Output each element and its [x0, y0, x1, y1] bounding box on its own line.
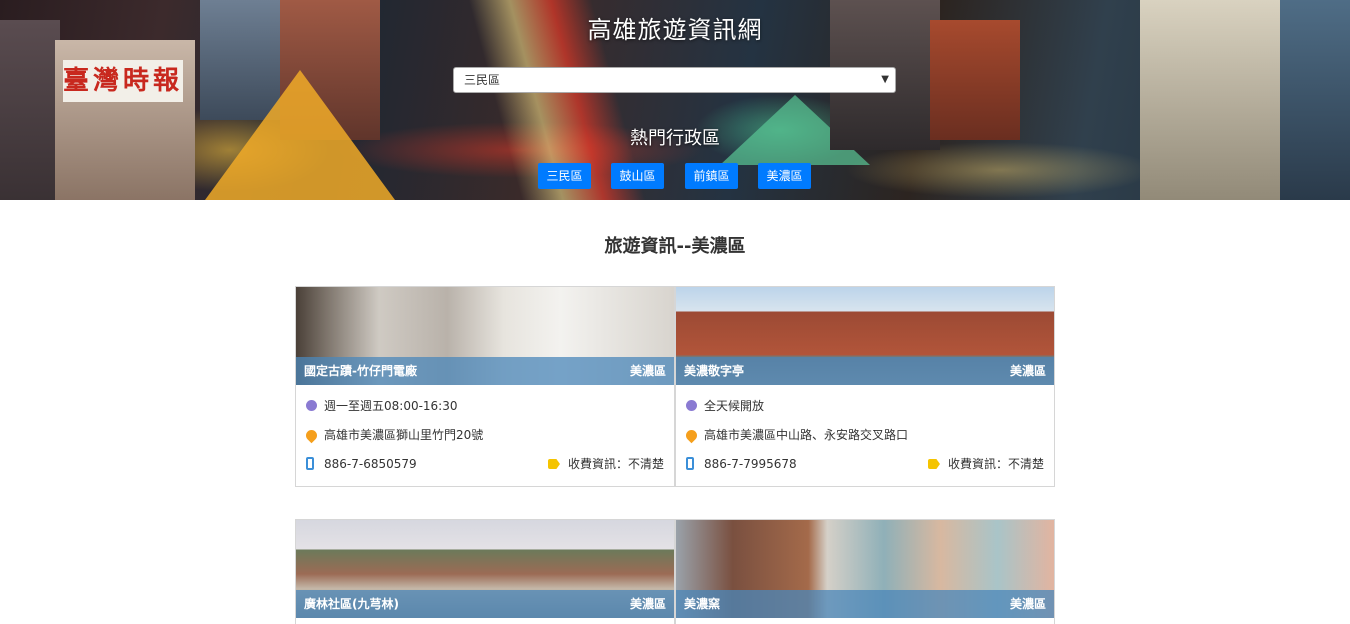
- attraction-name: 廣林社區(九芎林): [304, 597, 399, 611]
- chevron-down-icon: ▼: [881, 74, 889, 85]
- fee-text: 收費資訊：不清楚: [947, 457, 1044, 471]
- clock-icon: [306, 400, 317, 411]
- card-title-bar: 美濃敬字亭 美濃區: [676, 357, 1054, 385]
- attraction-district: 美濃區: [629, 364, 666, 378]
- card-info: 週一至週五08:00-16:30 高雄市美濃區獅山里竹門20號 886-7-68…: [296, 385, 674, 492]
- tag-icon: [927, 459, 940, 469]
- map-pin-icon: [683, 427, 700, 444]
- address: 高雄市美濃區獅山里竹門20號: [324, 428, 484, 442]
- site-title: 高雄旅遊資訊網: [587, 16, 763, 44]
- address-row: 高雄市美濃區中山路、永安路交叉路口: [683, 426, 1044, 455]
- attraction-card[interactable]: 廣林社區(九芎林) 美濃區: [295, 519, 675, 624]
- section-title: 旅遊資訊--美濃區: [604, 236, 746, 257]
- fee-text: 收費資訊：不清楚: [567, 457, 664, 471]
- building-image: 臺灣時報: [55, 40, 195, 200]
- attraction-name: 美濃窯: [684, 597, 721, 611]
- shop-sign: 臺灣時報: [63, 60, 183, 102]
- address: 高雄市美濃區中山路、永安路交叉路口: [704, 428, 909, 442]
- attraction-name: 國定古蹟-竹仔門電廠: [304, 364, 417, 378]
- popular-districts-label: 熱門行政區: [630, 128, 720, 149]
- attraction-photo: 國定古蹟-竹仔門電廠 美濃區: [296, 287, 674, 385]
- attraction-card[interactable]: 美濃窯 美濃區: [675, 519, 1055, 624]
- hours-row: 全天候開放: [686, 397, 1044, 426]
- attraction-name: 美濃敬字亭: [684, 364, 745, 378]
- district-button-sanmin[interactable]: 三民區: [538, 163, 591, 189]
- phone-icon: [686, 457, 694, 470]
- attraction-district: 美濃區: [1009, 364, 1046, 378]
- card-title-bar: 國定古蹟-竹仔門電廠 美濃區: [296, 357, 674, 385]
- attraction-photo: 美濃敬字亭 美濃區: [676, 287, 1054, 385]
- hours-row: 週一至週五08:00-16:30: [306, 397, 664, 426]
- card-title-bar: 美濃窯 美濃區: [676, 590, 1054, 618]
- map-pin-icon: [303, 427, 320, 444]
- attraction-district: 美濃區: [1009, 597, 1046, 611]
- district-select-value: 三民區: [464, 73, 501, 87]
- district-button-qianzhen[interactable]: 前鎮區: [685, 163, 738, 189]
- attraction-card[interactable]: 美濃敬字亭 美濃區 全天候開放 高雄市美濃區中山路、永安路交叉路口 886-7-…: [675, 286, 1055, 487]
- card-title-bar: 廣林社區(九芎林) 美濃區: [296, 590, 674, 618]
- clock-icon: [686, 400, 697, 411]
- attraction-photo: 廣林社區(九芎林) 美濃區: [296, 520, 674, 618]
- fee-info: 收費資訊：不清楚: [927, 455, 1044, 473]
- card-info: 全天候開放 高雄市美濃區中山路、永安路交叉路口 886-7-7995678 收費…: [676, 385, 1054, 492]
- opening-hours: 週一至週五08:00-16:30: [324, 399, 458, 413]
- contact-row: 886-7-7995678 收費資訊：不清楚: [686, 455, 1044, 484]
- district-button-gushan[interactable]: 鼓山區: [611, 163, 664, 189]
- phone-number: 886-7-6850579: [324, 457, 417, 471]
- district-button-meinong[interactable]: 美濃區: [758, 163, 811, 189]
- tag-icon: [547, 459, 560, 469]
- attraction-card[interactable]: 國定古蹟-竹仔門電廠 美濃區 週一至週五08:00-16:30 高雄市美濃區獅山…: [295, 286, 675, 487]
- fee-info: 收費資訊：不清楚: [547, 455, 664, 473]
- attraction-district: 美濃區: [629, 597, 666, 611]
- district-select[interactable]: 三民區 ▼: [453, 67, 896, 93]
- phone-icon: [306, 457, 314, 470]
- attraction-photo: 美濃窯 美濃區: [676, 520, 1054, 618]
- phone-number: 886-7-7995678: [704, 457, 797, 471]
- contact-row: 886-7-6850579 收費資訊：不清楚: [306, 455, 664, 484]
- address-row: 高雄市美濃區獅山里竹門20號: [303, 426, 664, 455]
- building-image: [0, 20, 60, 200]
- opening-hours: 全天候開放: [704, 399, 765, 413]
